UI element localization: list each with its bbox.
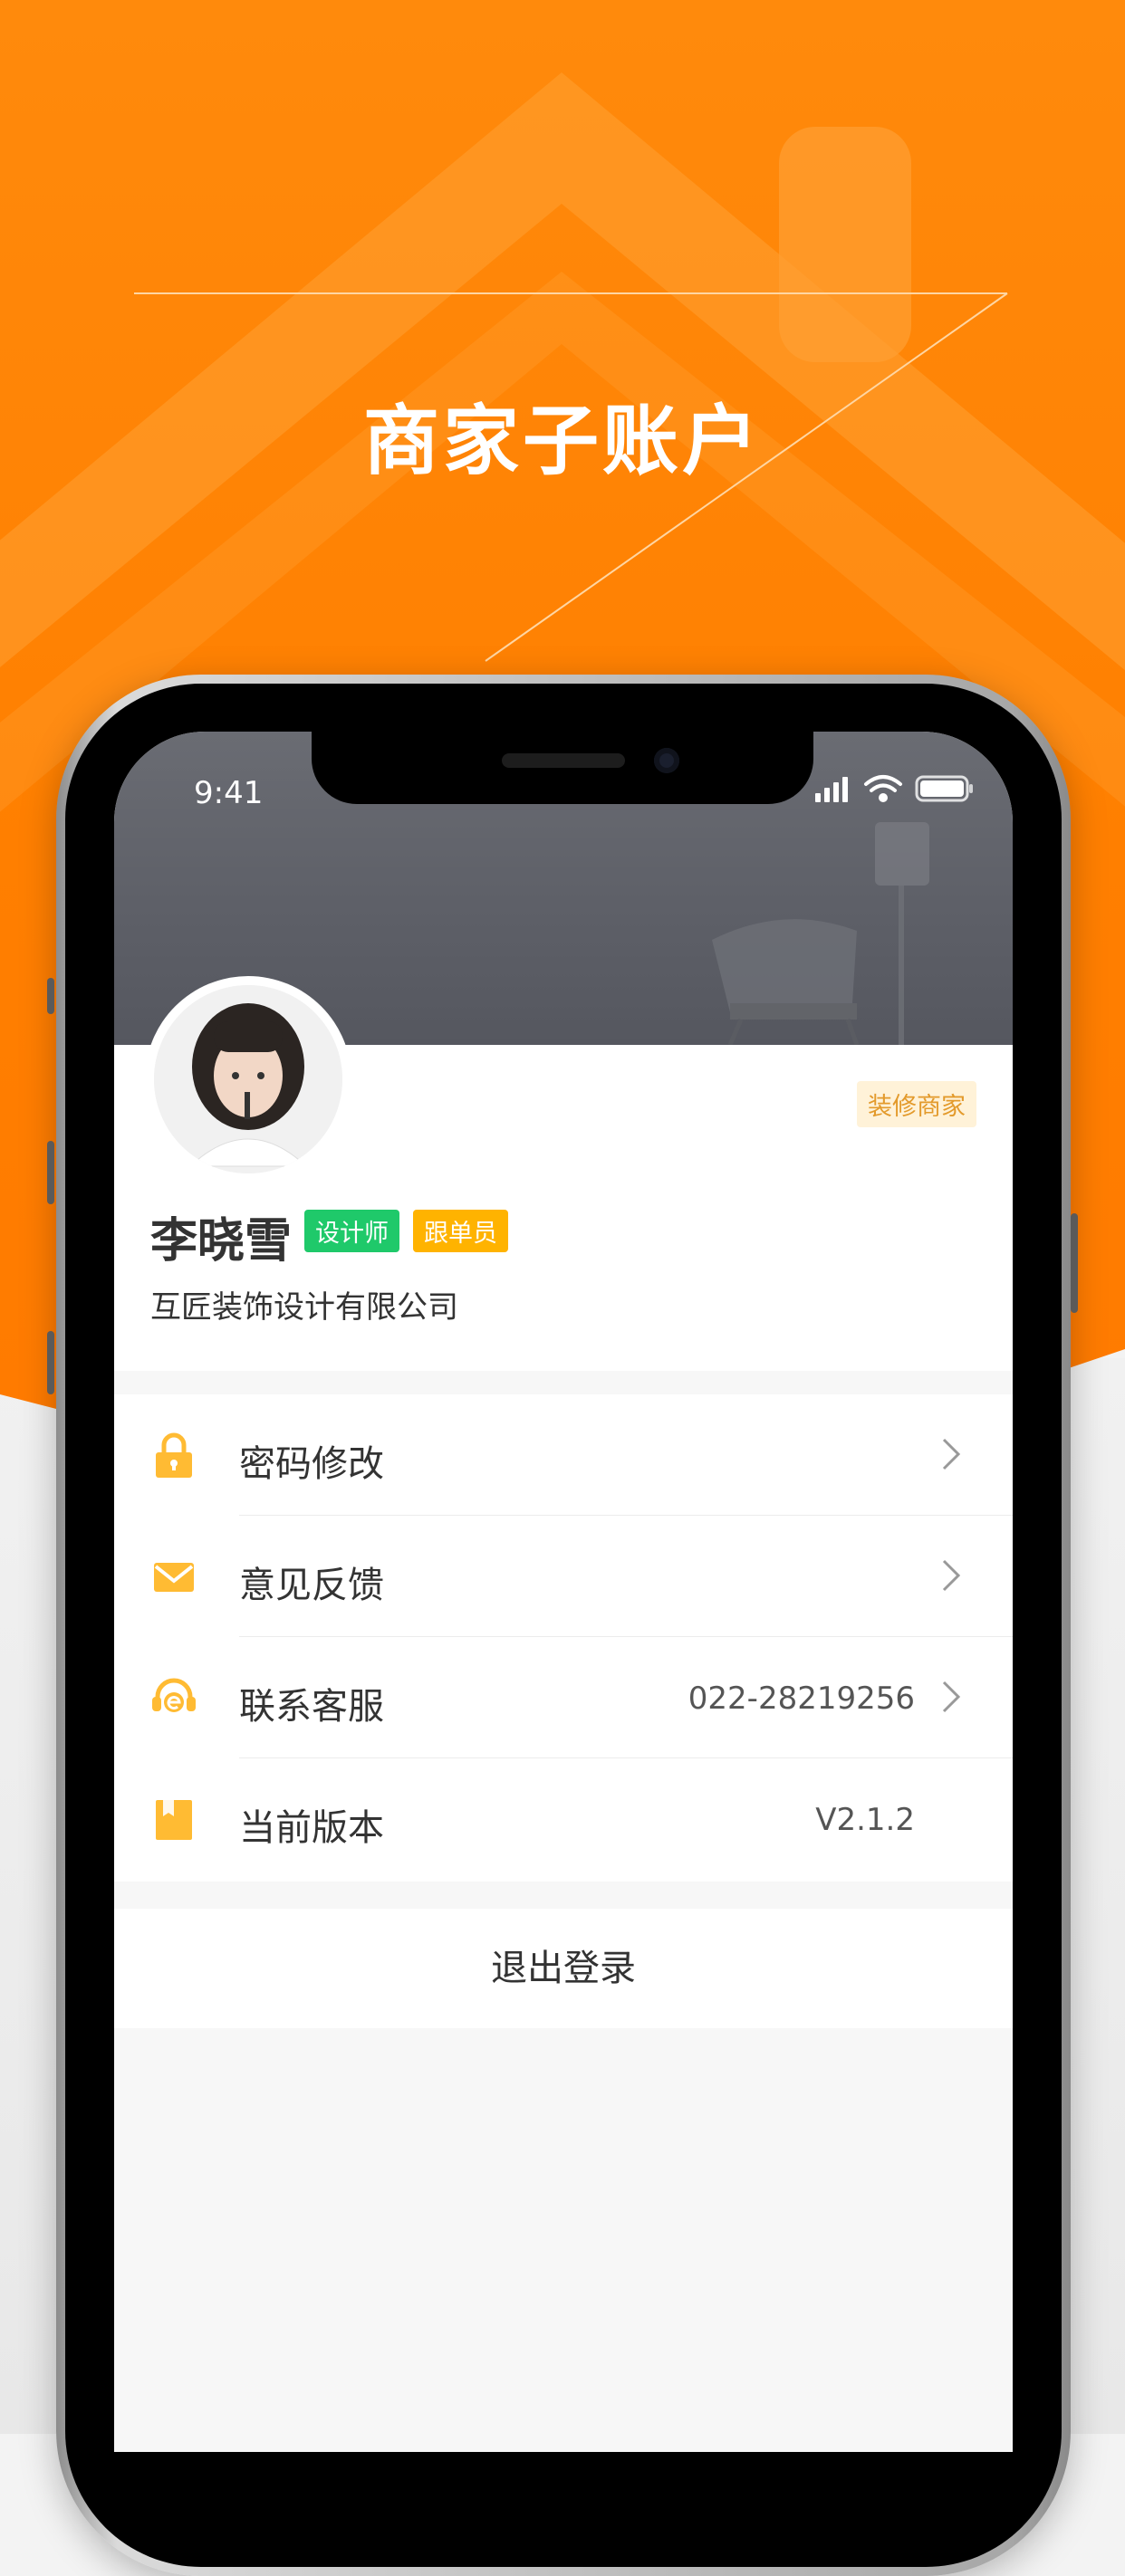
logout-button[interactable]: 退出登录 bbox=[114, 1909, 1013, 2028]
envelope-icon bbox=[154, 1563, 194, 1592]
menu-item-customer-service[interactable]: 联系客服 022-28219256 bbox=[114, 1637, 1013, 1758]
promo-title: 商家子账户 bbox=[362, 397, 762, 485]
avatar[interactable] bbox=[154, 985, 342, 1173]
menu-item-password[interactable]: 密码修改 bbox=[114, 1394, 1013, 1516]
menu-label: 意见反馈 bbox=[239, 1565, 384, 1606]
menu-label: 密码修改 bbox=[239, 1443, 384, 1485]
role-tag-follower: 跟单员 bbox=[413, 1210, 508, 1252]
phone-volume-down bbox=[47, 1331, 54, 1394]
status-icons bbox=[815, 775, 973, 802]
menu-label: 联系客服 bbox=[239, 1686, 384, 1728]
headset-icon bbox=[152, 1678, 196, 1712]
wifi-icon bbox=[864, 775, 902, 802]
menu-item-version: 当前版本 V2.1.2 bbox=[114, 1758, 1013, 1880]
bookmark-icon bbox=[156, 1800, 192, 1840]
lamp-chair-illustration bbox=[712, 822, 929, 1045]
phone-power-button bbox=[1071, 1213, 1078, 1313]
phone-screen: 9:41 装修商家 李晓雪 设计师 跟单员 互匠装饰设计有限公司 密码修改 意见… bbox=[114, 732, 1013, 2452]
customer-service-phone: 022-28219256 bbox=[688, 1681, 915, 1717]
menu-item-feedback[interactable]: 意见反馈 bbox=[114, 1516, 1013, 1637]
chevron-right-icon bbox=[942, 1438, 961, 1470]
settings-menu: 密码修改 意见反馈 联系客服 022-28219256 当前版本 V2.1.2 bbox=[114, 1394, 1013, 1882]
chevron-right-icon bbox=[942, 1559, 961, 1592]
phone-mute-switch bbox=[47, 978, 54, 1014]
lock-icon bbox=[156, 1432, 192, 1478]
menu-label: 当前版本 bbox=[239, 1807, 384, 1849]
front-camera bbox=[654, 748, 679, 773]
chevron-right-icon bbox=[942, 1681, 961, 1713]
user-name: 李晓雪 bbox=[150, 1214, 293, 1269]
battery-icon bbox=[915, 775, 973, 802]
status-time: 9:41 bbox=[194, 775, 264, 811]
role-tag-designer: 设计师 bbox=[304, 1210, 399, 1252]
phone-notch bbox=[312, 732, 813, 804]
avatar-illustration bbox=[154, 985, 342, 1173]
app-version: V2.1.2 bbox=[815, 1802, 915, 1838]
merchant-type-badge: 装修商家 bbox=[857, 1081, 976, 1127]
company-name: 互匠装饰设计有限公司 bbox=[150, 1289, 458, 1326]
cellular-signal-icon bbox=[815, 777, 848, 802]
earpiece-speaker bbox=[502, 753, 625, 768]
phone-volume-up bbox=[47, 1141, 54, 1204]
